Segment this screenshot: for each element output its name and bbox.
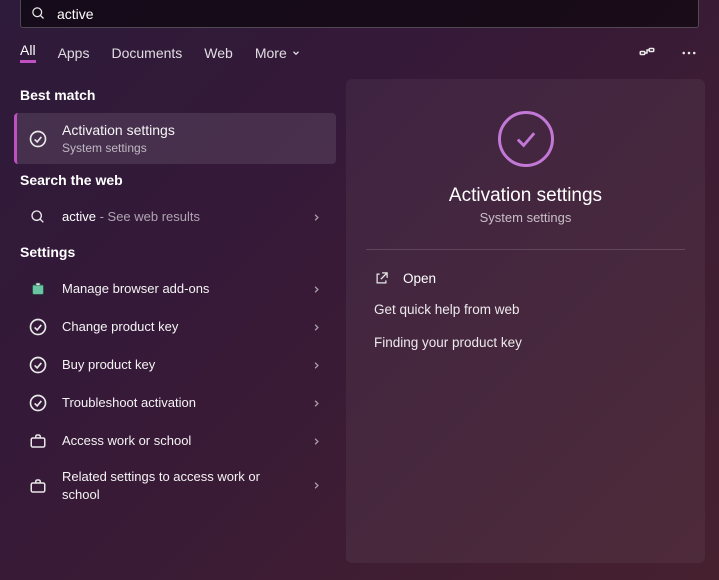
chevron-right-icon	[311, 284, 322, 295]
divider	[366, 249, 685, 250]
tab-apps[interactable]: Apps	[58, 45, 90, 61]
settings-item[interactable]: Buy product key	[14, 346, 336, 384]
briefcase-icon	[28, 431, 48, 451]
settings-item[interactable]: Change product key	[14, 308, 336, 346]
activation-hero-icon	[498, 111, 554, 167]
result-text: Activation settings System settings	[62, 121, 322, 156]
detail-link-1[interactable]: Finding your product key	[366, 326, 685, 359]
result-web-search[interactable]: active - See web results	[14, 198, 336, 236]
settings-item-label: Manage browser add-ons	[62, 280, 297, 298]
settings-item-label: Change product key	[62, 318, 297, 336]
open-action[interactable]: Open	[366, 264, 685, 293]
check-circle-icon	[28, 129, 48, 149]
detail-subtitle: System settings	[480, 210, 572, 225]
settings-item-label: Troubleshoot activation	[62, 394, 297, 412]
section-settings: Settings	[14, 236, 336, 270]
connect-icon[interactable]	[637, 43, 657, 63]
search-icon	[31, 6, 47, 22]
settings-item[interactable]: Manage browser add-ons	[14, 270, 336, 308]
settings-item[interactable]: Access work or school	[14, 422, 336, 460]
section-best-match: Best match	[14, 79, 336, 113]
result-title: Activation settings	[62, 121, 322, 140]
result-best-match[interactable]: Activation settings System settings	[14, 113, 336, 164]
briefcase-icon	[28, 476, 48, 496]
chevron-right-icon	[311, 360, 322, 371]
tab-more-label: More	[255, 45, 287, 61]
open-label: Open	[403, 271, 436, 286]
detail-link-0[interactable]: Get quick help from web	[366, 293, 685, 326]
tab-all[interactable]: All	[20, 42, 36, 63]
chevron-right-icon	[311, 480, 322, 491]
settings-item-label: Access work or school	[62, 432, 297, 450]
more-options-icon[interactable]	[679, 43, 699, 63]
settings-item[interactable]: Related settings to access work or schoo…	[14, 460, 336, 511]
filter-tabs: All Apps Documents Web More	[0, 28, 719, 73]
detail-title: Activation settings	[449, 185, 602, 207]
open-external-icon	[374, 271, 389, 286]
detail-panel: Activation settings System settings Open…	[346, 79, 705, 563]
chevron-right-icon	[311, 436, 322, 447]
check-icon	[28, 355, 48, 375]
tab-more[interactable]: More	[255, 45, 301, 61]
chevron-right-icon	[311, 212, 322, 223]
chevron-right-icon	[311, 322, 322, 333]
web-query: active	[62, 209, 96, 224]
chevron-down-icon	[291, 48, 301, 58]
check-icon	[28, 317, 48, 337]
search-icon	[28, 207, 48, 227]
search-input[interactable]	[57, 6, 688, 22]
chevron-right-icon	[311, 398, 322, 409]
web-suffix: - See web results	[96, 209, 200, 224]
settings-item-label: Buy product key	[62, 356, 297, 374]
result-subtitle: System settings	[62, 140, 322, 156]
settings-item[interactable]: Troubleshoot activation	[14, 384, 336, 422]
check-icon	[28, 393, 48, 413]
tab-web[interactable]: Web	[204, 45, 233, 61]
tab-documents[interactable]: Documents	[111, 45, 182, 61]
result-text: active - See web results	[62, 208, 297, 226]
search-bar[interactable]	[20, 0, 699, 28]
settings-item-label: Related settings to access work or schoo…	[62, 468, 297, 503]
addons-icon	[28, 279, 48, 299]
section-search-web: Search the web	[14, 164, 336, 198]
